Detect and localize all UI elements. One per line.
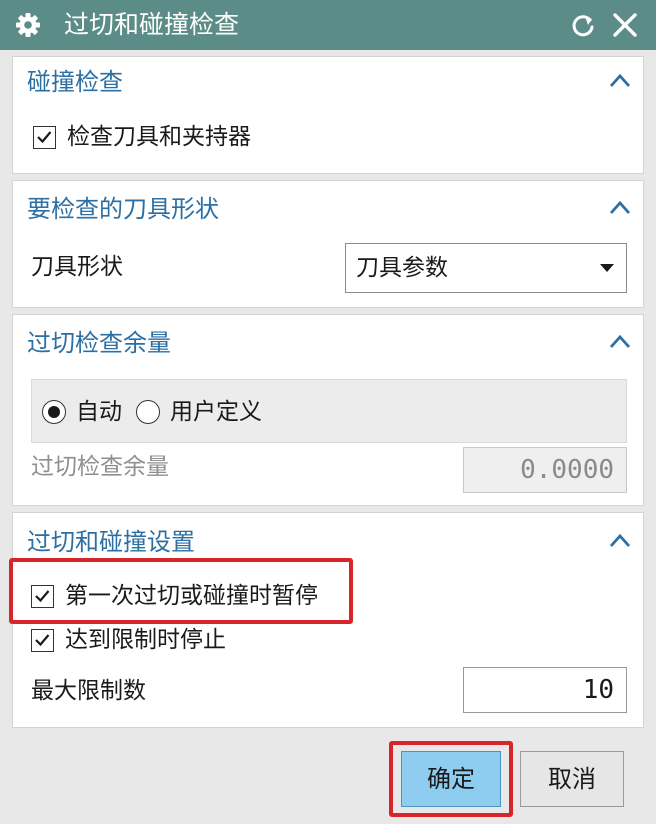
gear-icon[interactable] bbox=[14, 11, 42, 39]
auto-radio[interactable] bbox=[42, 400, 66, 424]
section-title-tool-shape: 要检查的刀具形状 bbox=[27, 195, 219, 223]
collision-check-panel: 碰撞检查 检查刀具和夹持器 bbox=[12, 56, 644, 174]
stock-mode-group: 自动 用户定义 bbox=[31, 379, 627, 443]
stop-at-limit-label: 达到限制时停止 bbox=[65, 627, 226, 653]
section-title-collision: 碰撞检查 bbox=[27, 68, 123, 96]
dialog-title: 过切和碰撞检查 bbox=[64, 10, 240, 39]
reset-icon[interactable] bbox=[569, 11, 597, 39]
chevron-up-icon[interactable] bbox=[607, 332, 633, 352]
section-title-settings: 过切和碰撞设置 bbox=[27, 528, 195, 556]
checkmark-icon bbox=[35, 590, 50, 603]
tool-shape-select[interactable]: 刀具参数 bbox=[345, 243, 627, 293]
tool-shape-label: 刀具形状 bbox=[31, 254, 123, 280]
auto-radio-label: 自动 bbox=[76, 399, 122, 425]
stock-value-field[interactable]: 0.0000 bbox=[463, 447, 627, 493]
max-limit-label: 最大限制数 bbox=[31, 678, 146, 704]
ok-button[interactable]: 确定 bbox=[401, 751, 501, 807]
close-icon[interactable] bbox=[611, 11, 639, 39]
dropdown-arrow-icon bbox=[600, 264, 614, 272]
user-defined-radio-label: 用户定义 bbox=[170, 399, 262, 425]
gouge-collision-settings-panel: 过切和碰撞设置 第一次过切或碰撞时暂停 达到限制时停止 最大限制数 10 bbox=[12, 512, 644, 728]
chevron-up-icon[interactable] bbox=[607, 531, 633, 551]
tool-shape-value: 刀具参数 bbox=[356, 255, 448, 281]
gouge-stock-panel: 过切检查余量 自动 用户定义 过切检查余量 0.0000 bbox=[12, 314, 644, 506]
check-holder-label: 检查刀具和夹持器 bbox=[67, 124, 251, 150]
pause-on-first-checkbox[interactable] bbox=[31, 585, 54, 608]
check-holder-checkbox[interactable] bbox=[33, 126, 56, 149]
stop-at-limit-checkbox[interactable] bbox=[31, 629, 54, 652]
stock-value-label: 过切检查余量 bbox=[31, 454, 169, 480]
checkmark-icon bbox=[35, 634, 50, 647]
tool-shape-panel: 要检查的刀具形状 刀具形状 刀具参数 bbox=[12, 180, 644, 308]
section-title-gouge-stock: 过切检查余量 bbox=[27, 329, 171, 357]
chevron-up-icon[interactable] bbox=[607, 198, 633, 218]
checkmark-icon bbox=[37, 131, 52, 144]
title-bar: 过切和碰撞检查 bbox=[0, 0, 656, 50]
max-limit-field[interactable]: 10 bbox=[463, 667, 627, 713]
cancel-button[interactable]: 取消 bbox=[520, 751, 624, 807]
chevron-up-icon[interactable] bbox=[607, 71, 633, 91]
pause-on-first-label: 第一次过切或碰撞时暂停 bbox=[65, 583, 318, 609]
user-defined-radio[interactable] bbox=[136, 400, 160, 424]
